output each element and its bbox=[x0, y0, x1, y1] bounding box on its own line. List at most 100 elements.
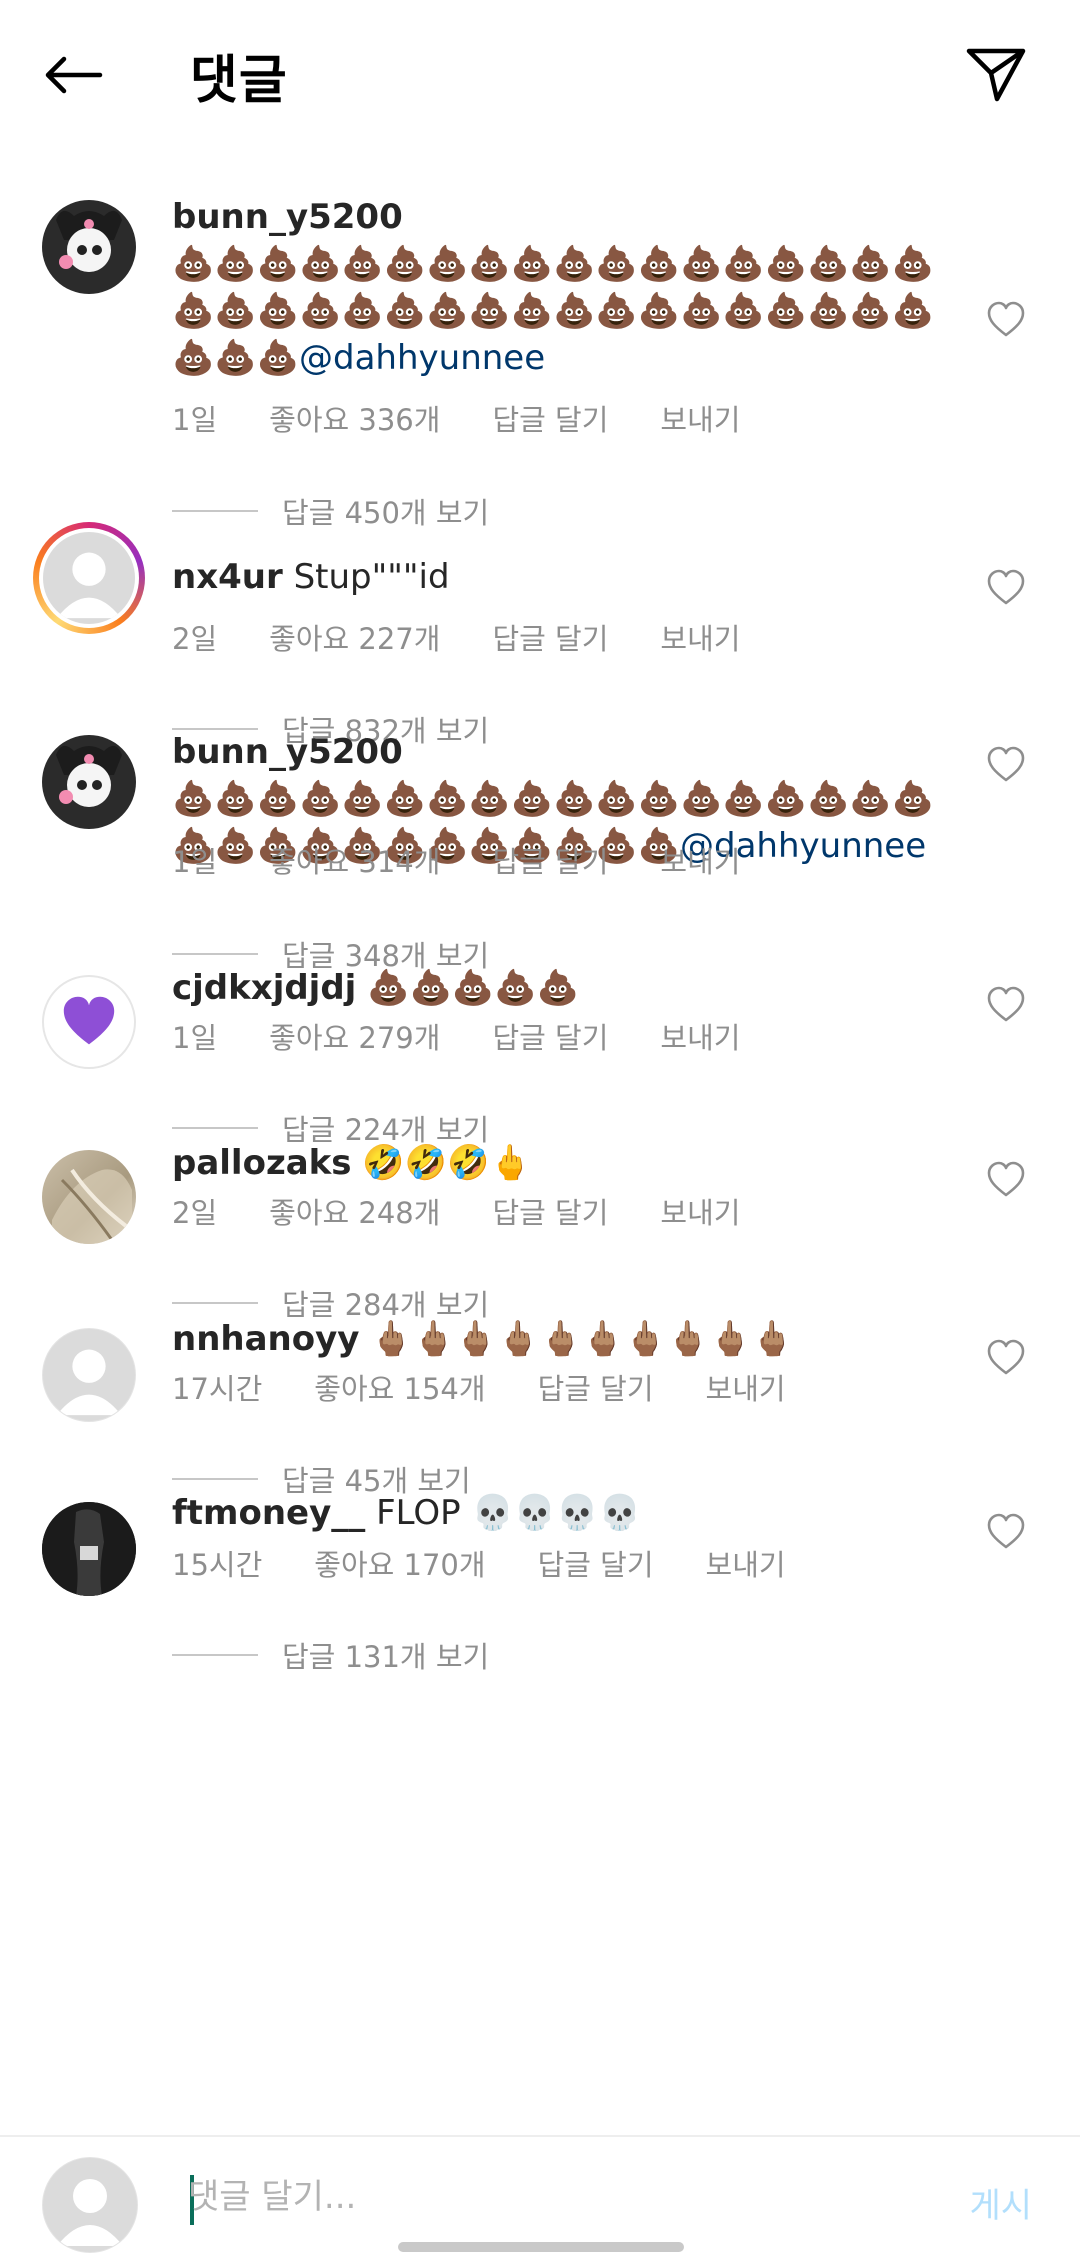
comment-item: ftmoney__ FLOP 💀💀💀💀 15시간 좋아요 170개 답글 달기 보내기… bbox=[0, 1493, 1080, 1742]
likes-count[interactable]: 좋아요 314개 bbox=[269, 845, 440, 879]
view-replies-label[interactable]: 답글 131개 보기 bbox=[282, 1634, 489, 1676]
send-button[interactable]: 보내기 bbox=[706, 1548, 786, 1582]
comment-body: ftmoney__ FLOP 💀💀💀💀 bbox=[172, 1490, 942, 1537]
reply-button[interactable]: 답글 달기 bbox=[492, 403, 608, 437]
comment-text: 🤣🤣🤣🖕 bbox=[362, 1143, 532, 1183]
likes-count[interactable]: 좋아요 248개 bbox=[269, 1196, 440, 1230]
reply-button[interactable]: 답글 달기 bbox=[492, 845, 608, 879]
divider bbox=[172, 1478, 258, 1480]
comment-meta: 15시간 좋아요 170개 답글 달기 보내기 bbox=[172, 1542, 838, 1584]
comment-username[interactable]: cjdkxjdjdj bbox=[172, 968, 356, 1008]
comment-meta: 2일 좋아요 248개 답글 달기 보내기 bbox=[172, 1190, 792, 1232]
send-button[interactable]: 보내기 bbox=[660, 1196, 740, 1230]
send-button[interactable]: 보내기 bbox=[660, 845, 740, 879]
likes-count[interactable]: 좋아요 154개 bbox=[314, 1372, 485, 1406]
avatar-image bbox=[42, 1502, 136, 1596]
my-avatar bbox=[42, 2157, 138, 2253]
avatar-image bbox=[56, 745, 122, 807]
avatar-image bbox=[52, 1168, 132, 1244]
avatar[interactable] bbox=[42, 200, 136, 294]
heart-icon[interactable] bbox=[986, 745, 1026, 785]
comment-text: FLOP 💀💀💀💀 bbox=[376, 1493, 641, 1533]
comment-body: nx4ur Stup"""id bbox=[172, 554, 942, 601]
back-button[interactable] bbox=[38, 40, 108, 110]
page-title: 댓글 bbox=[190, 51, 288, 111]
arrow-left-icon bbox=[45, 56, 103, 94]
header-bar: 댓글 bbox=[0, 0, 1080, 150]
heart-icon[interactable] bbox=[986, 300, 1026, 340]
default-profile-icon bbox=[56, 552, 122, 619]
comment-time: 15시간 bbox=[172, 1548, 263, 1582]
heart-icon[interactable] bbox=[986, 1160, 1026, 1200]
avatar-image bbox=[56, 210, 122, 272]
comment-body: nnhanoyy 🖕🏽🖕🏽🖕🏽🖕🏽🖕🏽🖕🏽🖕🏽🖕🏽🖕🏽🖕🏽 bbox=[172, 1316, 942, 1363]
comment-username[interactable]: ftmoney__ bbox=[172, 1493, 365, 1533]
comment-text: 💩💩💩💩💩 bbox=[367, 968, 579, 1008]
comment-text: 💩💩💩💩💩💩💩💩💩💩💩💩💩💩💩💩💩💩💩💩💩💩💩💩💩💩💩💩💩💩💩💩💩💩💩💩💩💩💩 bbox=[172, 244, 935, 378]
heart-icon[interactable] bbox=[986, 985, 1026, 1025]
comment-time: 1일 bbox=[172, 845, 218, 879]
comment-meta: 1일 좋아요 336개 답글 달기 보내기 bbox=[172, 397, 792, 439]
reply-button[interactable]: 답글 달기 bbox=[492, 1021, 608, 1055]
avatar[interactable] bbox=[42, 735, 136, 829]
comment-input[interactable] bbox=[188, 2165, 918, 2229]
comment-body: bunn_y5200 💩💩💩💩💩💩💩💩💩💩💩💩💩💩💩💩💩💩💩💩💩💩💩💩💩💩💩💩💩… bbox=[172, 194, 942, 382]
likes-count[interactable]: 좋아요 227개 bbox=[269, 622, 440, 656]
comment-meta: 17시간 좋아요 154개 답글 달기 보내기 bbox=[172, 1366, 838, 1408]
comment-body: pallozaks 🤣🤣🤣🖕 bbox=[172, 1140, 942, 1187]
heart-icon[interactable] bbox=[986, 568, 1026, 608]
divider bbox=[172, 1127, 258, 1129]
likes-count[interactable]: 좋아요 336개 bbox=[269, 403, 440, 437]
send-button[interactable]: 보내기 bbox=[706, 1372, 786, 1406]
mention-link[interactable]: @dahhyunnee bbox=[299, 338, 545, 378]
share-button[interactable] bbox=[960, 38, 1032, 110]
comment-body: cjdkxjdjdj 💩💩💩💩💩 bbox=[172, 965, 942, 1012]
avatar-story-ring bbox=[39, 528, 139, 628]
divider bbox=[172, 510, 258, 512]
avatar[interactable] bbox=[42, 975, 136, 1069]
reply-button[interactable]: 답글 달기 bbox=[492, 1196, 608, 1230]
comments-list[interactable]: bunn_y5200 💩💩💩💩💩💩💩💩💩💩💩💩💩💩💩💩💩💩💩💩💩💩💩💩💩💩💩💩💩… bbox=[0, 150, 1080, 2135]
comment-text: Stup"""id bbox=[293, 557, 450, 597]
post-button[interactable]: 게시 bbox=[963, 2177, 1038, 2228]
divider bbox=[172, 953, 258, 955]
send-button[interactable]: 보내기 bbox=[660, 622, 740, 656]
home-indicator[interactable] bbox=[398, 2242, 684, 2252]
comment-text: 🖕🏽🖕🏽🖕🏽🖕🏽🖕🏽🖕🏽🖕🏽🖕🏽🖕🏽🖕🏽 bbox=[370, 1319, 794, 1359]
avatar[interactable] bbox=[42, 1150, 136, 1244]
avatar[interactable] bbox=[33, 522, 145, 634]
comment-meta: 2일 좋아요 227개 답글 달기 보내기 bbox=[172, 616, 792, 658]
comment-username[interactable]: nnhanoyy bbox=[172, 1319, 359, 1359]
view-replies[interactable]: 답글 131개 보기 bbox=[172, 1634, 489, 1676]
comment-item: bunn_y5200 💩💩💩💩💩💩💩💩💩💩💩💩💩💩💩💩💩💩💩💩💩💩💩💩💩💩💩💩💩… bbox=[0, 150, 1080, 530]
comment-username[interactable]: bunn_y5200 bbox=[172, 197, 403, 237]
avatar-image bbox=[43, 532, 135, 624]
heart-icon[interactable] bbox=[986, 1512, 1026, 1552]
likes-count[interactable]: 좋아요 170개 bbox=[314, 1548, 485, 1582]
heart-icon[interactable] bbox=[986, 1338, 1026, 1378]
purple-heart-icon bbox=[63, 996, 115, 1045]
likes-count[interactable]: 좋아요 279개 bbox=[269, 1021, 440, 1055]
comment-username[interactable]: nx4ur bbox=[172, 557, 283, 597]
send-button[interactable]: 보내기 bbox=[660, 1021, 740, 1055]
reply-button[interactable]: 답글 달기 bbox=[538, 1548, 654, 1582]
reply-button[interactable]: 답글 달기 bbox=[538, 1372, 654, 1406]
comment-meta: 1일 좋아요 314개 답글 달기 보내기 bbox=[172, 839, 792, 881]
comment-username[interactable]: pallozaks bbox=[172, 1143, 352, 1183]
paper-plane-icon bbox=[966, 48, 1026, 102]
default-profile-icon bbox=[57, 2179, 123, 2246]
send-button[interactable]: 보내기 bbox=[660, 403, 740, 437]
default-profile-icon bbox=[56, 1349, 122, 1416]
comment-time: 2일 bbox=[172, 1196, 218, 1230]
view-replies[interactable]: 답글 450개 보기 bbox=[172, 490, 489, 532]
comment-time: 17시간 bbox=[172, 1372, 263, 1406]
divider bbox=[172, 1302, 258, 1304]
avatar[interactable] bbox=[42, 1502, 136, 1596]
comment-meta: 1일 좋아요 279개 답글 달기 보내기 bbox=[172, 1015, 792, 1057]
view-replies-label[interactable]: 답글 450개 보기 bbox=[282, 490, 489, 532]
comment-time: 1일 bbox=[172, 1021, 218, 1055]
avatar[interactable] bbox=[42, 1328, 136, 1422]
reply-button[interactable]: 답글 달기 bbox=[492, 622, 608, 656]
comment-username[interactable]: bunn_y5200 bbox=[172, 732, 403, 772]
divider bbox=[172, 1654, 258, 1656]
